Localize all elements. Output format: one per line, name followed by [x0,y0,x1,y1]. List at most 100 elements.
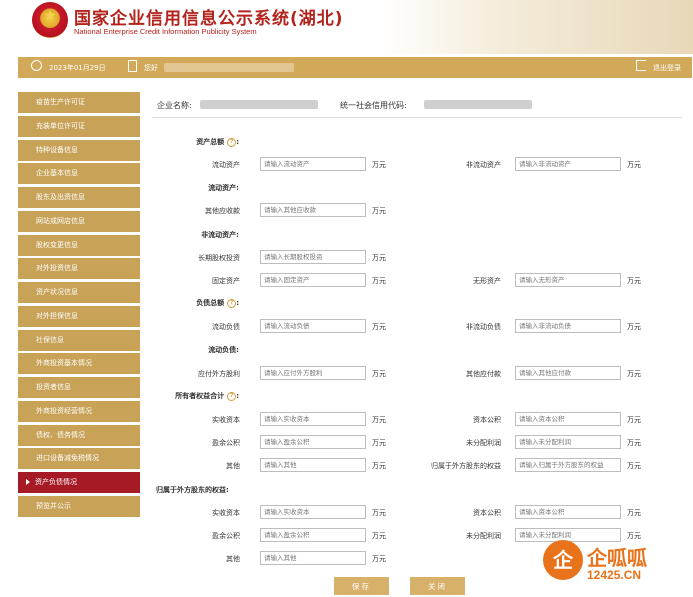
redacted-credit-code [424,100,532,109]
section-total-liabilities: 负债总额?: [196,298,239,308]
field-label: 流动负债 [212,323,240,331]
surplus-reserve-input[interactable] [260,435,366,449]
sidebar-item-label: 投资者信息 [36,383,71,391]
redacted-user-info [164,63,294,72]
sidebar-item[interactable]: 疫苗生产许可证 [18,92,140,113]
section-current-liabilities: 流动负债: [208,346,239,354]
field-label: 非流动负债 [466,323,501,331]
greeting-text: 您好 [144,64,158,72]
close-button[interactable]: 关闭 [410,577,465,595]
unit-label: 万元 [372,254,386,262]
field-label: 归属于外方股东的权益 [431,462,501,470]
lt-equity-invest-input[interactable] [260,250,366,264]
undistributed-profit-input[interactable] [515,435,621,449]
sidebar-item[interactable]: 股东及出资信息 [18,187,140,208]
current-date: 2023年01月29日 [49,64,106,72]
field-label: 流动资产 [212,161,240,169]
sidebar-item[interactable]: 特种设备信息 [18,139,140,161]
field-label: 其他应付款 [466,370,501,378]
sidebar-item-label: 企业基本信息 [36,169,78,178]
other-input[interactable] [260,458,366,472]
sidebar-item-label: 网站或网店信息 [36,216,85,225]
field-label: 资本公积 [473,509,501,517]
field-label: 资本公积 [473,416,501,424]
unit-label: 万元 [627,161,641,169]
sidebar-item-label: 股权变更信息 [36,240,78,249]
watermark-domain: 12425.CN [587,568,642,582]
sidebar-item-label: 资产状况信息 [36,288,78,296]
field-label: 非流动资产 [466,161,501,169]
help-icon[interactable]: ? [227,298,237,308]
sidebar-item-label: 充装单位许可证 [36,121,85,130]
site-subtitle: National Enterprise Credit Information P… [74,27,257,36]
field-label: 盈余公积 [212,532,240,540]
capital-reserve-input[interactable] [515,412,621,426]
unit-label: 万元 [372,207,386,215]
sidebar-item[interactable]: 投资者信息 [18,377,140,398]
unit-label: 万元 [627,323,641,331]
sidebar-nav: 疫苗生产许可证 充装单位许可证 特种设备信息 企业基本信息 股东及出资信息 网站或网店信息… [18,92,140,520]
other-receivables-input[interactable] [260,203,366,217]
intangible-assets-input[interactable] [515,273,621,287]
sidebar-item[interactable]: 社保信息 [18,329,140,351]
fixed-assets-input[interactable] [260,273,366,287]
help-icon[interactable]: ? [227,137,237,147]
f-paid-capital-input[interactable] [260,505,366,519]
sidebar-item-label: 外商投资经营情况 [36,406,92,415]
sidebar-item-label: 特种设备信息 [36,145,78,154]
header-background [380,0,693,54]
field-label: 无形资产 [473,277,501,285]
other-payables-input[interactable] [515,366,621,380]
noncurrent-liab-input[interactable] [515,319,621,333]
document-icon [128,60,137,72]
site-title: 国家企业信用信息公示系统(湖北) [74,9,344,29]
section-noncurrent-assets: 非流动资产: [201,231,239,239]
sidebar-item-label: 疫苗生产许可证 [36,98,85,106]
unit-label: 万元 [627,370,641,378]
logout-icon[interactable] [636,60,646,71]
sidebar-item-label: 对外投资信息 [36,264,78,273]
section-parent-equity: 归属于外方股东的权益: [156,486,229,494]
clock-icon [31,60,42,71]
credit-code-label: 统一社会信用代码: [340,101,407,110]
sidebar-item[interactable]: 充装单位许可证 [18,115,140,137]
foreign-equity-input[interactable] [515,458,621,472]
paid-capital-input[interactable] [260,412,366,426]
save-button[interactable]: 保存 [334,577,389,595]
watermark: 企 企呱呱 12425.CN [543,540,683,590]
dividends-payable-input[interactable] [260,366,366,380]
help-icon[interactable]: ? [227,391,237,401]
field-label: 应付外方股利 [198,370,240,378]
section-current-assets: 流动资产: [208,184,239,192]
field-label: 实收资本 [212,509,240,517]
enterprise-name-label: 企业名称: [157,101,192,110]
f-other-input[interactable] [260,551,366,565]
redacted-enterprise-name [200,100,318,109]
field-label: 其他 [226,462,240,470]
sidebar-item-label: 股东及出资信息 [36,193,85,201]
field-label: 其他应收款 [205,207,240,215]
unit-label: 万元 [627,416,641,424]
unit-label: 万元 [627,277,641,285]
f-capital-reserve-input[interactable] [515,505,621,519]
f-surplus-reserve-input[interactable] [260,528,366,542]
logout-link[interactable]: 退出登录 [653,63,681,73]
field-label: 固定资产 [212,277,240,285]
unit-label: 万元 [627,509,641,517]
field-label: 未分配利润 [466,439,501,447]
watermark-brand: 企呱呱 [587,546,647,570]
noncurrent-assets-input[interactable] [515,157,621,171]
sidebar-item[interactable]: 资产负债情况 [18,472,140,493]
sidebar-item-label: 资产负债情况 [35,478,77,486]
unit-label: 万元 [627,439,641,447]
sidebar-item-label: 预览并公示 [36,501,71,510]
watermark-logo-icon: 企 [543,540,583,580]
current-liab-input[interactable] [260,319,366,333]
current-assets-input[interactable] [260,157,366,171]
top-bar: 2023年01月29日 您好 退出登录 [18,57,692,78]
section-total-assets: 资产总额?: [196,137,239,147]
sidebar-item-label: 对外担保信息 [36,311,78,320]
section-owners-equity: 所有者权益合计?: [175,391,239,401]
field-label: 其他 [226,555,240,563]
sidebar-item-label: 债权、债务情况 [36,430,85,439]
